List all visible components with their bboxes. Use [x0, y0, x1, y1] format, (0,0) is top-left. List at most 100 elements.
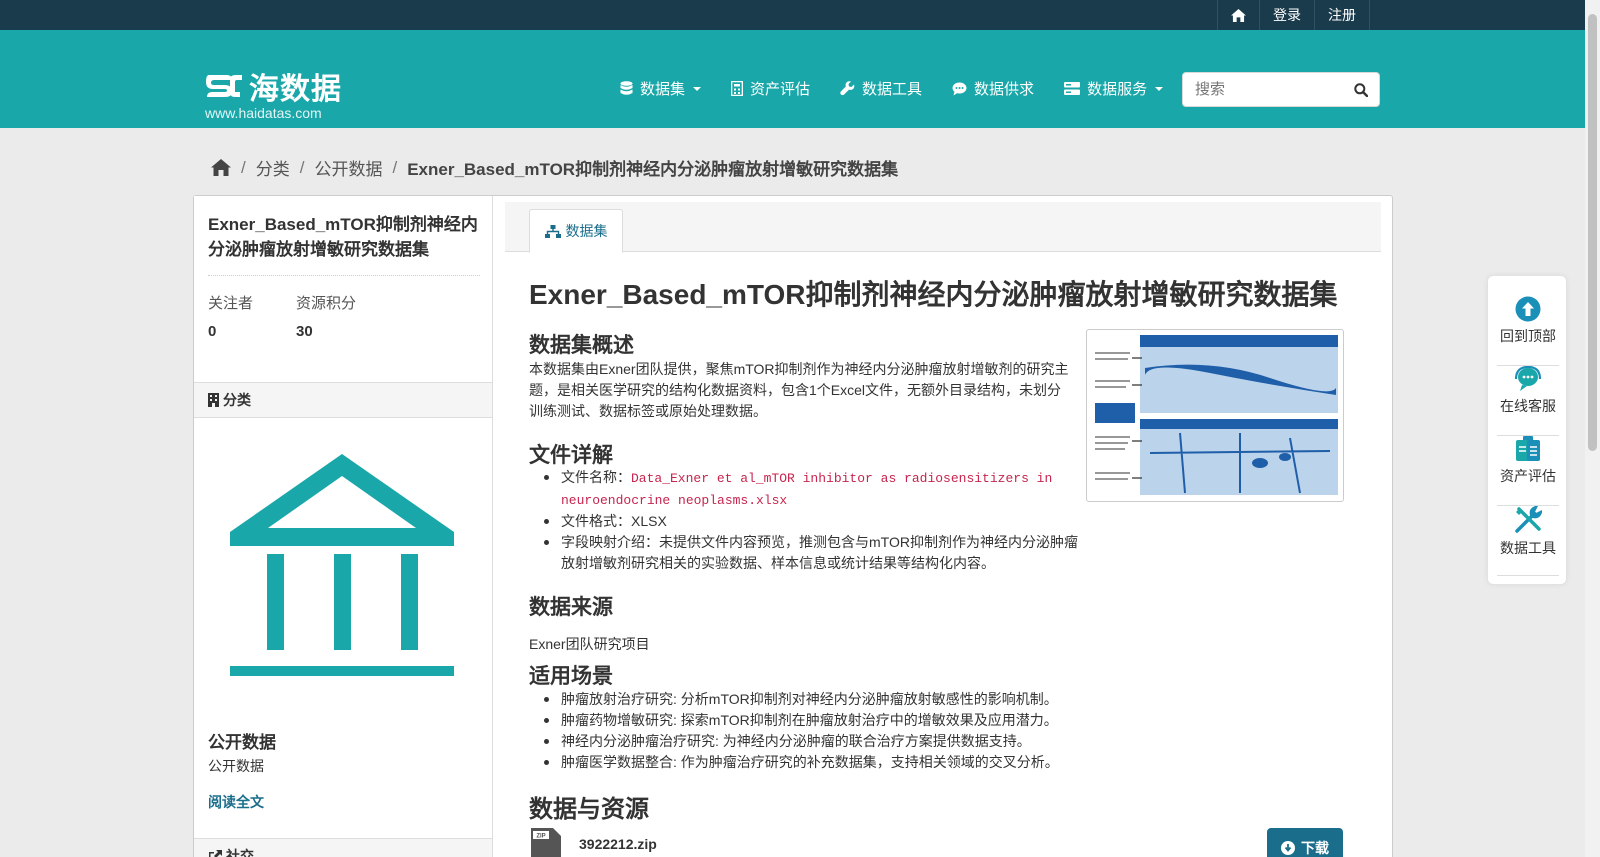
search-button[interactable] — [1343, 73, 1379, 106]
nav-asset-eval[interactable]: 资产评估 — [731, 78, 810, 99]
building-icon — [208, 393, 219, 407]
org-title: 公开数据 — [208, 733, 276, 752]
nav-data-services-label: 数据服务 — [1087, 81, 1148, 98]
search-input[interactable] — [1183, 81, 1343, 98]
points-label: 资源积分 — [296, 295, 357, 312]
org-description: 公开数据 — [208, 758, 264, 774]
login-link[interactable]: 登录 — [1259, 0, 1314, 30]
breadcrumb-separator: / — [299, 157, 305, 177]
breadcrumb-item[interactable]: 分类 — [256, 155, 290, 180]
breadcrumb-item[interactable]: 公开数据 — [314, 155, 382, 180]
breadcrumb-separator: / — [241, 157, 246, 177]
register-link[interactable]: 注册 — [1314, 0, 1370, 30]
content-wrapper: Exner_Based_mTOR抑制剂神经内分泌肿瘤放射增敏研究数据集 关注者 … — [193, 195, 1393, 857]
breadcrumb: / 分类 / 公开数据 / Exner_Based_mTOR抑制剂神经内分泌肿瘤… — [211, 155, 898, 180]
page-scrollbar[interactable] — [1585, 0, 1600, 857]
site-logo[interactable]: 海数据 — [205, 64, 342, 108]
share-icon — [209, 849, 222, 857]
calculator-icon — [731, 81, 744, 96]
file-details-heading: 文件详解 — [529, 444, 613, 467]
zip-file-icon: ZIP — [531, 828, 561, 857]
nav-datasets-label: 数据集 — [640, 81, 686, 98]
back-to-top-label: 回到顶部 — [1500, 328, 1556, 344]
back-to-top-button[interactable]: 回到顶部 — [1497, 296, 1559, 366]
overview-heading: 数据集概述 — [529, 334, 634, 357]
comment-icon — [952, 82, 967, 95]
tab-dataset[interactable]: 数据集 — [529, 209, 623, 253]
data-tools-button[interactable]: 数据工具 — [1497, 506, 1559, 576]
list-item: 神经内分泌肿瘤治疗研究: 为神经内分泌肿瘤的联合治疗方案提供数据支持。 — [529, 731, 1149, 752]
nav-supply-demand[interactable]: 数据供求 — [952, 78, 1034, 99]
sidebar: Exner_Based_mTOR抑制剂神经内分泌肿瘤放射增敏研究数据集 关注者 … — [194, 196, 493, 857]
search-icon — [1354, 82, 1368, 97]
wrench-icon — [840, 81, 855, 96]
top-links: 登录 注册 — [1217, 0, 1370, 30]
sitemap-icon — [544, 224, 561, 238]
svg-text:ZIP: ZIP — [536, 834, 545, 840]
file-name: Data_Exner et al_mTOR inhibitor as radio… — [561, 471, 1053, 508]
search-box — [1182, 72, 1380, 107]
database-icon — [620, 81, 633, 95]
nav-data-tools[interactable]: 数据工具 — [840, 78, 922, 99]
scenarios-heading: 适用场景 — [529, 665, 613, 688]
dataset-thumbnail[interactable] — [1086, 329, 1344, 502]
followers-count: 0 — [208, 323, 217, 340]
points-value: 30 — [296, 323, 313, 340]
nav-supply-demand-label: 数据供求 — [974, 81, 1035, 98]
arrow-up-circle-icon — [1515, 296, 1541, 322]
logo-url: www.haidatas.com — [205, 105, 322, 121]
social-heading: 社交 — [194, 838, 492, 857]
data-tools-label: 数据工具 — [1500, 540, 1556, 556]
download-button[interactable]: 下载 — [1267, 828, 1343, 857]
list-item: 肿瘤药物增敏研究: 探索mTOR抑制剂在肿瘤放射治疗中的增敏效果及应用潜力。 — [529, 710, 1149, 731]
home-icon[interactable] — [211, 159, 231, 176]
main-content: 数据集 Exner_Based_mTOR抑制剂神经内分泌肿瘤放射增敏研究数据集 … — [493, 196, 1393, 857]
read-more-link[interactable]: 阅读全文 — [208, 792, 264, 812]
category-heading-label: 分类 — [223, 392, 251, 408]
tools-icon — [1515, 506, 1542, 533]
nav-asset-eval-label: 资产评估 — [750, 81, 811, 98]
logo-icon — [206, 75, 242, 97]
chevron-down-icon — [693, 86, 702, 91]
asset-eval-button[interactable]: 资产评估 — [1497, 436, 1559, 506]
page-title: Exner_Based_mTOR抑制剂神经内分泌肿瘤放射增敏研究数据集 — [529, 279, 1338, 310]
category-heading: 分类 — [194, 382, 492, 418]
nav-datasets[interactable]: 数据集 — [620, 78, 702, 99]
online-support-button[interactable]: 在线客服 — [1497, 366, 1559, 436]
diagram-thumbnail — [1090, 333, 1340, 498]
floating-toolbar: 回到顶部 在线客服 资产评估 数据工具 — [1487, 275, 1567, 585]
chevron-down-icon — [1155, 86, 1164, 91]
tab-dataset-label: 数据集 — [565, 223, 608, 239]
resource-name[interactable]: 3922212.zip — [579, 836, 657, 852]
top-bar: 登录 注册 — [0, 0, 1600, 30]
list-item: 文件名称：Data_Exner et al_mTOR inhibitor as … — [529, 467, 1089, 511]
list-item: 肿瘤医学数据整合: 作为肿瘤治疗研究的补充数据集，支持相关领域的交叉分析。 — [529, 752, 1149, 773]
list-item: 肿瘤放射治疗研究: 分析mTOR抑制剂对神经内分泌肿瘤放射敏感性的影响机制。 — [529, 689, 1149, 710]
nav-data-services[interactable]: 数据服务 — [1064, 78, 1164, 99]
scenarios-list: 肿瘤放射治疗研究: 分析mTOR抑制剂对神经内分泌肿瘤放射敏感性的影响机制。 肿… — [529, 689, 1149, 773]
list-item: 字段映射介绍：未提供文件内容预览，推测包含与mTOR抑制剂作为神经内分泌肿瘤放射… — [529, 532, 1089, 574]
asset-eval-label: 资产评估 — [1500, 468, 1556, 484]
home-link[interactable] — [1217, 0, 1259, 30]
file-details-list: 文件名称：Data_Exner et al_mTOR inhibitor as … — [529, 467, 1089, 574]
online-support-label: 在线客服 — [1500, 398, 1556, 414]
file-name-label: 文件名称： — [561, 469, 631, 485]
headset-icon — [1514, 366, 1542, 391]
home-icon — [1231, 8, 1246, 22]
divider — [208, 275, 480, 276]
source-heading: 数据来源 — [529, 596, 613, 619]
overview-text: 本数据集由Exner团队提供，聚焦mTOR抑制剂作为神经内分泌肿瘤放射增敏剂的研… — [529, 361, 1069, 419]
dataset-title: Exner_Based_mTOR抑制剂神经内分泌肿瘤放射增敏研究数据集 — [208, 215, 478, 259]
followers-label: 关注者 — [208, 295, 254, 312]
clipboard-icon — [1516, 436, 1540, 461]
resources-heading: 数据与资源 — [529, 796, 649, 823]
main-nav: 数据集 资产评估 数据工具 数据供求 数据服务 — [620, 78, 1193, 99]
list-item: 文件格式：XLSX — [529, 511, 1089, 532]
download-label: 下载 — [1301, 840, 1329, 856]
scrollbar-thumb[interactable] — [1588, 14, 1597, 451]
logo-text: 海数据 — [249, 73, 342, 106]
breadcrumb-current: Exner_Based_mTOR抑制剂神经内分泌肿瘤放射增敏研究数据集 — [407, 160, 899, 179]
breadcrumb-separator: / — [392, 157, 398, 177]
nav-data-tools-label: 数据工具 — [862, 81, 923, 98]
server-icon — [1064, 82, 1081, 95]
